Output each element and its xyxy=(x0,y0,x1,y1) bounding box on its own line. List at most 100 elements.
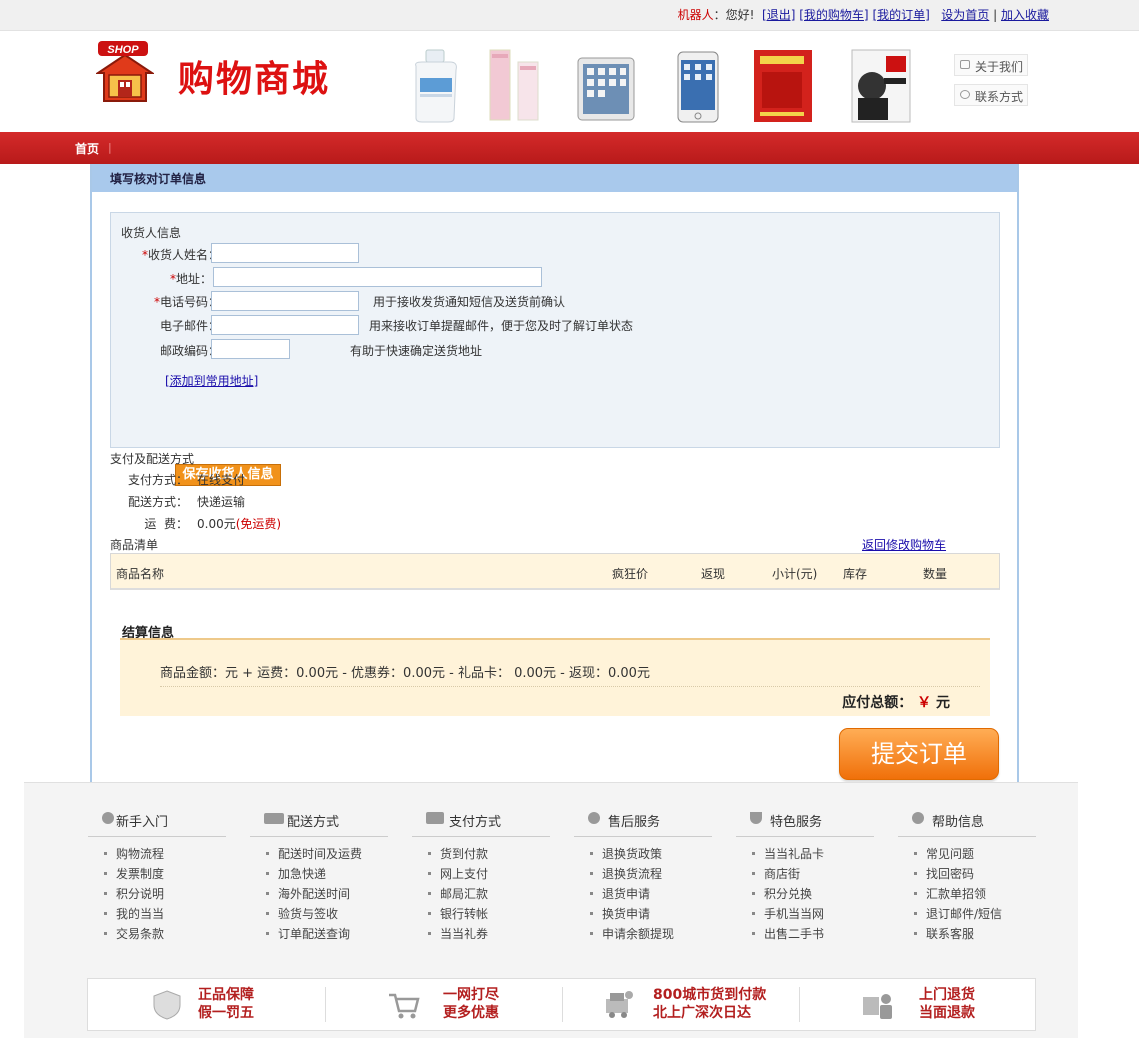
back-to-cart-link[interactable]: 返回修改购物车 xyxy=(862,536,946,553)
footer-link[interactable]: 交易条款 xyxy=(104,925,226,945)
footer-link[interactable]: 退货申请 xyxy=(590,885,712,905)
footer-link[interactable]: 找回密码 xyxy=(914,865,1036,885)
guarantee-line2: 假一罚五 xyxy=(198,1005,254,1021)
name-label: *收货人姓名： xyxy=(141,248,220,262)
receiver-section-title: 收货人信息 xyxy=(121,226,182,240)
guarantee-line2: 北上广深次日达 xyxy=(653,1005,751,1021)
footer-link[interactable]: 发票制度 xyxy=(104,865,226,885)
footer-link[interactable]: 常见问题 xyxy=(914,845,1036,865)
set-homepage-link[interactable]: 设为首页 xyxy=(941,8,989,22)
footer-link[interactable]: 网上支付 xyxy=(428,865,550,885)
guarantee-deals: 一网打尽 更多优惠 xyxy=(325,979,562,1030)
footer-link[interactable]: 货到付款 xyxy=(428,845,550,865)
payment-method-label: 支付方式： xyxy=(127,473,188,487)
footer-col-features: 特色服务 当当礼品卡 商店街 积分兑换 手机当当网 出售二手书 xyxy=(736,811,874,945)
goods-table-header: 商品名称 疯狂价 返现 小计(元) 库存 数量 xyxy=(110,553,1000,590)
shipping-fee-label: 运 费： xyxy=(144,517,188,531)
footer-link[interactable]: 验货与签收 xyxy=(266,905,388,925)
footer-link[interactable]: 邮局汇款 xyxy=(428,885,550,905)
email-hint: 用来接收订单提醒邮件，便于您及时了解订单状态 xyxy=(369,319,634,333)
footer-link[interactable]: 出售二手书 xyxy=(752,925,874,945)
username: 机器人 xyxy=(677,8,714,22)
guarantee-genuine: 正品保障 假一罚五 xyxy=(88,979,325,1030)
footer-link[interactable]: 积分说明 xyxy=(104,885,226,905)
email-input[interactable] xyxy=(211,315,359,335)
payment-method-value: 在线支付 xyxy=(197,473,246,487)
email-label: 电子邮件： xyxy=(159,319,220,333)
phone-input[interactable] xyxy=(211,291,359,311)
footer-link[interactable]: 订单配送查询 xyxy=(266,925,388,945)
my-orders-link[interactable]: [我的订单] xyxy=(872,8,929,22)
footer-col-beginner: 新手入门 购物流程 发票制度 积分说明 我的当当 交易条款 xyxy=(88,811,226,945)
shield-icon xyxy=(153,990,181,1020)
footer-col-title: 支付方式 xyxy=(449,815,502,830)
footer-link[interactable]: 银行转帐 xyxy=(428,905,550,925)
smartphone-image[interactable] xyxy=(666,48,730,124)
logo-badge-text: SHOP xyxy=(107,44,139,56)
red-book-image[interactable] xyxy=(750,48,814,124)
tablet-image[interactable] xyxy=(574,48,638,124)
zip-hint: 有助于快速确定送货地址 xyxy=(350,344,483,358)
footer-link[interactable]: 汇款单招领 xyxy=(914,885,1036,905)
java-book-image[interactable] xyxy=(848,48,912,124)
footer-col-delivery: 配送方式 配送时间及运费 加急快递 海外配送时间 验货与签收 订单配送查询 xyxy=(250,811,388,945)
about-us-link[interactable]: 关于我们 xyxy=(954,54,1028,76)
footer-link[interactable]: 申请余额提现 xyxy=(590,925,712,945)
cosmetic-tube-image[interactable] xyxy=(484,48,548,124)
footer-link[interactable]: 购物流程 xyxy=(104,845,226,865)
footer-link[interactable]: 配送时间及运费 xyxy=(266,845,388,865)
footer-link[interactable]: 手机当当网 xyxy=(752,905,874,925)
nav-home[interactable]: 首页 xyxy=(75,140,99,157)
page-title: 填写核对订单信息 xyxy=(92,164,1017,192)
footer-link[interactable]: 当当礼品卡 xyxy=(752,845,874,865)
footer-link[interactable]: 换货申请 xyxy=(590,905,712,925)
col-subtotal: 小计(元) xyxy=(772,567,818,581)
footer-link[interactable]: 海外配送时间 xyxy=(266,885,388,905)
footer-col-title: 特色服务 xyxy=(770,815,823,830)
add-address-link[interactable]: [添加到常用地址] xyxy=(165,372,258,389)
footer-col-title: 售后服务 xyxy=(608,815,661,830)
main-nav: 首页 | xyxy=(0,132,1139,164)
footer-col-title: 新手入门 xyxy=(116,815,169,830)
site-logo-text[interactable]: 购物商城 xyxy=(178,50,330,102)
footer-link[interactable]: 商店街 xyxy=(752,865,874,885)
footer-link[interactable]: 退换货政策 xyxy=(590,845,712,865)
settlement-divider xyxy=(160,686,980,687)
lotion-bottle-image[interactable] xyxy=(408,48,472,124)
shipping-method-label: 配送方式： xyxy=(127,495,188,509)
payment-section-title: 支付及配送方式 xyxy=(110,452,195,466)
footer-col-title: 帮助信息 xyxy=(932,815,985,830)
guarantee-bar: 正品保障 假一罚五 一网打尽 更多优惠 800城市货到付款 北上广深次日达 上门退货当… xyxy=(87,978,1036,1031)
guarantee-line1: 上门退货 xyxy=(919,987,975,1003)
guarantee-line1: 800城市货到付款 xyxy=(653,987,767,1003)
address-input[interactable] xyxy=(213,267,542,287)
footer-link[interactable]: 联系客服 xyxy=(914,925,1036,945)
heart-icon xyxy=(750,812,762,824)
guarantee-line2: 当面退款 xyxy=(919,1005,975,1021)
shop-logo-icon[interactable]: SHOP xyxy=(96,41,154,105)
footer-link[interactable]: 积分兑换 xyxy=(752,885,874,905)
receiver-name-input[interactable] xyxy=(211,243,359,263)
shipping-fee: 0.00元(免运费) xyxy=(197,517,282,531)
my-cart-link[interactable]: [我的购物车] xyxy=(799,8,868,22)
order-panel: 填写核对订单信息 收货人信息 *收货人姓名： *地址： *电话号码： 用于接收发… xyxy=(90,164,1019,782)
footer-link[interactable]: 退订邮件/短信 xyxy=(914,905,1036,925)
cart-icon xyxy=(389,993,420,1019)
settlement-breakdown: 商品金额：元 + 运费：0.00元 - 优惠券：0.00元 - 礼品卡： 0.0… xyxy=(160,666,650,681)
zip-input[interactable] xyxy=(211,339,290,359)
guarantee-cod: 800城市货到付款 北上广深次日达 xyxy=(562,979,799,1030)
submit-order-button[interactable]: 提交订单 xyxy=(839,728,999,780)
footer-col-title: 配送方式 xyxy=(287,815,340,830)
footer-link[interactable]: 我的当当 xyxy=(104,905,226,925)
footer-link[interactable]: 当当礼券 xyxy=(428,925,550,945)
add-favorite-link[interactable]: 加入收藏 xyxy=(1001,8,1049,22)
contact-link[interactable]: 联系方式 xyxy=(954,84,1028,106)
shipping-method-value: 快递运输 xyxy=(197,495,246,509)
help-icon xyxy=(912,812,924,824)
col-stock: 库存 xyxy=(843,567,868,581)
top-links: 机器人：您好! [退出] [我的购物车] [我的订单] 设为首页 | 加入收藏 xyxy=(678,6,1049,23)
footer-col-help: 帮助信息 常见问题 找回密码 汇款单招领 退订邮件/短信 联系客服 xyxy=(898,811,1036,945)
logout-link[interactable]: [退出] xyxy=(762,8,795,22)
footer-link[interactable]: 退换货流程 xyxy=(590,865,712,885)
footer-link[interactable]: 加急快递 xyxy=(266,865,388,885)
